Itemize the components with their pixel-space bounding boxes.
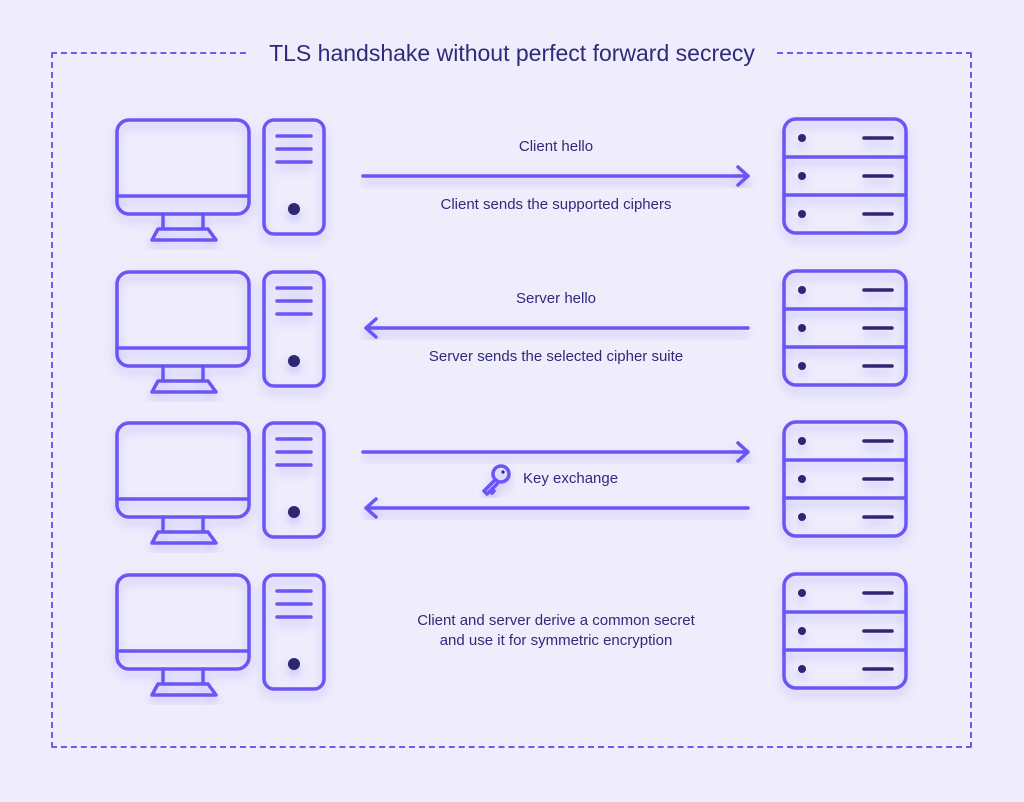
client-computer-icon bbox=[115, 270, 326, 394]
arrow-right bbox=[361, 165, 750, 187]
key-exchange-label: Key exchange bbox=[523, 470, 619, 487]
client-hello-description: Client sends the supported ciphers bbox=[440, 196, 672, 213]
diagram-title: TLS handshake without perfect forward se… bbox=[250, 38, 774, 68]
server-hello-description: Server sends the selected cipher suite bbox=[428, 348, 684, 365]
server-icon bbox=[782, 269, 908, 387]
symmetric-encryption-line2: and use it for symmetric encryption bbox=[439, 632, 673, 649]
arrow-left bbox=[364, 317, 750, 339]
client-computer-icon bbox=[115, 421, 326, 545]
client-computer-icon bbox=[115, 573, 326, 697]
symmetric-encryption-line1: Client and server derive a common secret bbox=[417, 612, 695, 629]
server-hello-label: Server hello bbox=[515, 290, 597, 307]
server-icon bbox=[782, 420, 908, 538]
client-computer-icon bbox=[115, 118, 326, 242]
server-icon bbox=[782, 117, 908, 235]
arrow-left bbox=[364, 497, 750, 519]
arrow-right bbox=[361, 441, 750, 463]
server-icon bbox=[782, 572, 908, 690]
client-hello-label: Client hello bbox=[518, 138, 594, 155]
